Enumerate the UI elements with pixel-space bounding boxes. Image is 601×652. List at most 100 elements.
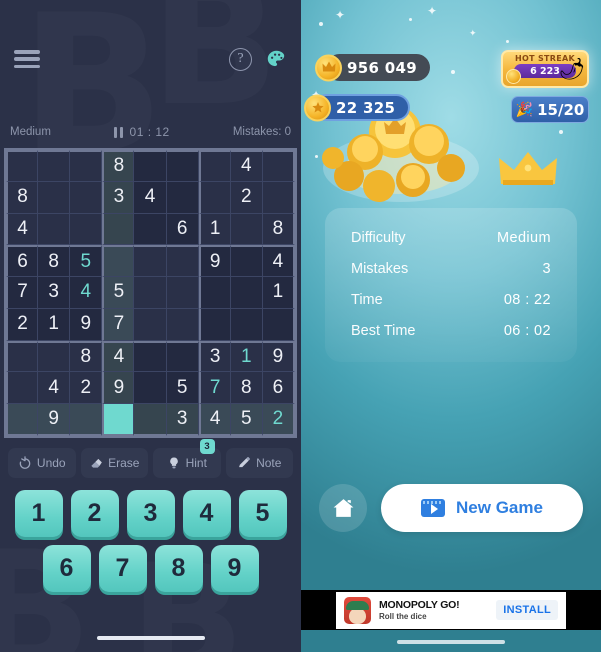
sudoku-cell-r8c6[interactable]: 5 [166,372,199,405]
sudoku-cell-r6c3[interactable]: 9 [70,308,103,341]
hint-button[interactable]: Hint 3 [153,439,221,478]
sudoku-cell-r1c9[interactable] [262,150,295,182]
sudoku-cell-r1c1[interactable] [6,150,39,182]
sudoku-cell-r3c3[interactable] [70,213,103,246]
numpad-key-2[interactable]: 2 [70,490,119,537]
sudoku-cell-r8c2[interactable]: 4 [38,372,71,405]
sudoku-cell-r6c2[interactable]: 1 [38,308,71,341]
sudoku-cell-r1c5[interactable] [134,150,167,182]
sudoku-cell-r8c9[interactable]: 6 [262,372,295,405]
numpad-key-4[interactable]: 4 [182,490,231,537]
hamburger-menu-icon[interactable] [14,50,40,68]
sudoku-cell-r7c6[interactable] [166,340,199,373]
sudoku-cell-r7c8[interactable]: 1 [230,340,263,373]
sudoku-cell-r5c6[interactable] [166,277,199,309]
sudoku-cell-r3c8[interactable] [230,213,263,246]
sudoku-cell-r3c1[interactable]: 4 [6,213,39,246]
sudoku-cell-r2c9[interactable] [262,181,295,214]
sudoku-cell-r6c8[interactable] [230,308,263,341]
sudoku-cell-r5c4[interactable]: 5 [102,277,135,309]
sudoku-cell-r2c5[interactable]: 4 [134,181,167,214]
sudoku-cell-r7c3[interactable]: 8 [70,340,103,373]
gem-balance-pill[interactable]: 956 049 [315,54,430,81]
sudoku-cell-r9c2[interactable]: 9 [38,404,71,436]
sudoku-cell-r9c6[interactable]: 3 [166,404,199,436]
ad-banner[interactable]: MONOPOLY GO! Roll the dice INSTALL [336,591,566,629]
sudoku-cell-r2c2[interactable] [38,181,71,214]
sudoku-cell-r4c5[interactable] [134,245,167,278]
hot-streak-badge[interactable]: HOT STREAK 6 223 🌶 [501,50,589,88]
sudoku-cell-r5c5[interactable] [134,277,167,309]
sudoku-cell-r2c6[interactable] [166,181,199,214]
new-game-button[interactable]: New Game [381,484,583,532]
sudoku-cell-r9c1[interactable] [6,404,39,436]
sudoku-cell-r9c7[interactable]: 4 [198,404,231,436]
sudoku-cell-r4c9[interactable]: 4 [262,245,295,278]
sudoku-cell-r3c5[interactable] [134,213,167,246]
sudoku-cell-r8c5[interactable] [134,372,167,405]
sudoku-board[interactable]: 8483424618685947345121978431942957869345… [4,148,297,438]
sudoku-cell-r9c4[interactable] [102,404,135,436]
sudoku-cell-r7c4[interactable]: 4 [102,340,135,373]
sudoku-cell-r5c2[interactable]: 3 [38,277,71,309]
sudoku-cell-r6c1[interactable]: 2 [6,308,39,341]
sudoku-cell-r4c8[interactable] [230,245,263,278]
sudoku-cell-r8c1[interactable] [6,372,39,405]
sudoku-cell-r6c5[interactable] [134,308,167,341]
sudoku-cell-r5c7[interactable] [198,277,231,309]
help-question-icon[interactable]: ? [229,47,252,71]
numpad-key-6[interactable]: 6 [42,545,91,592]
note-button[interactable]: Note [225,448,293,478]
ad-install-button[interactable]: INSTALL [496,600,558,620]
sudoku-cell-r8c8[interactable]: 8 [230,372,263,405]
sudoku-cell-r2c8[interactable]: 2 [230,181,263,214]
coin-balance-pill[interactable]: 22 325 [304,94,411,121]
sudoku-cell-r8c3[interactable]: 2 [70,372,103,405]
numpad-key-7[interactable]: 7 [98,545,147,592]
sudoku-cell-r4c6[interactable] [166,245,199,278]
sudoku-cell-r9c8[interactable]: 5 [230,404,263,436]
erase-button[interactable]: Erase [80,448,148,478]
home-button[interactable] [319,484,367,532]
sudoku-cell-r3c2[interactable] [38,213,71,246]
sudoku-cell-r1c6[interactable] [166,150,199,182]
sudoku-cell-r7c1[interactable] [6,340,39,373]
sudoku-cell-r5c3[interactable]: 4 [70,277,103,309]
pause-icon[interactable] [114,126,123,138]
sudoku-cell-r4c1[interactable]: 6 [6,245,39,278]
sudoku-cell-r3c6[interactable]: 6 [166,213,199,246]
sudoku-cell-r3c4[interactable] [102,213,135,246]
sudoku-cell-r4c7[interactable]: 9 [198,245,231,278]
sudoku-cell-r1c2[interactable] [38,150,71,182]
sudoku-cell-r3c9[interactable]: 8 [262,213,295,246]
sudoku-cell-r8c4[interactable]: 9 [102,372,135,405]
sudoku-cell-r1c7[interactable] [198,150,231,182]
sudoku-cell-r2c4[interactable]: 3 [102,181,135,214]
sudoku-cell-r7c5[interactable] [134,340,167,373]
progress-badge[interactable]: 🎉 15/20 [511,96,589,123]
sudoku-cell-r5c1[interactable]: 7 [6,277,39,309]
numpad-key-5[interactable]: 5 [238,490,287,537]
sudoku-cell-r6c6[interactable] [166,308,199,341]
sudoku-cell-r7c2[interactable] [38,340,71,373]
sudoku-cell-r2c7[interactable] [198,181,231,214]
sudoku-cell-r9c5[interactable] [134,404,167,436]
sudoku-cell-r6c7[interactable] [198,308,231,341]
sudoku-cell-r1c8[interactable]: 4 [230,150,263,182]
sudoku-cell-r4c2[interactable]: 8 [38,245,71,278]
sudoku-cell-r8c7[interactable]: 7 [198,372,231,405]
sudoku-cell-r6c9[interactable] [262,308,295,341]
sudoku-cell-r7c9[interactable]: 9 [262,340,295,373]
sudoku-cell-r5c8[interactable] [230,277,263,309]
sudoku-cell-r1c3[interactable] [70,150,103,182]
numpad-key-8[interactable]: 8 [154,545,203,592]
sudoku-cell-r6c4[interactable]: 7 [102,308,135,341]
sudoku-cell-r4c3[interactable]: 5 [70,245,103,278]
color-palette-icon[interactable] [266,49,287,70]
sudoku-cell-r2c3[interactable] [70,181,103,214]
undo-button[interactable]: Undo [8,448,76,478]
sudoku-cell-r1c4[interactable]: 8 [102,150,135,182]
numpad-key-9[interactable]: 9 [210,545,259,592]
sudoku-cell-r9c3[interactable] [70,404,103,436]
sudoku-cell-r4c4[interactable] [102,245,135,278]
